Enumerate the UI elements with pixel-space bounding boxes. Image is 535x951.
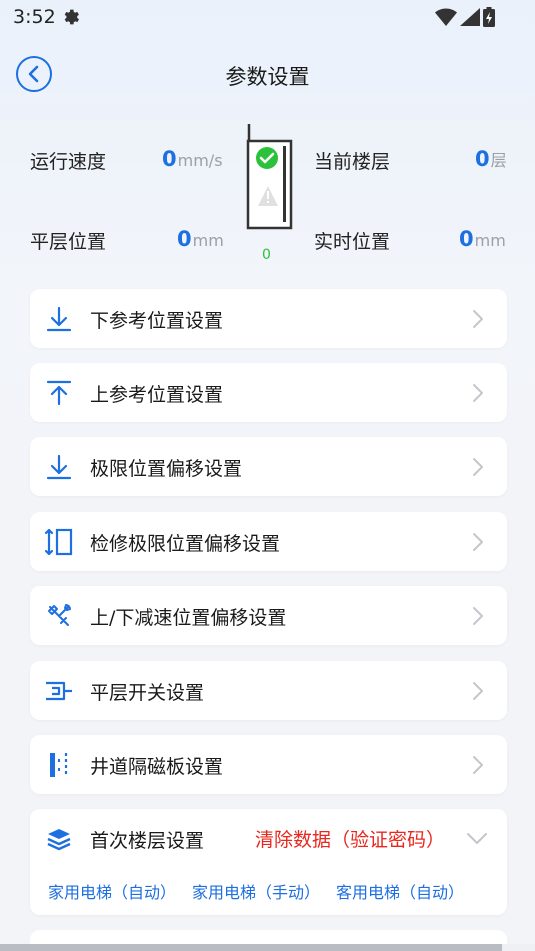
menu-item-label: 上参考位置设置 xyxy=(90,384,224,406)
battery-charging-icon xyxy=(483,7,495,27)
speed-value-group: 0 mm/s xyxy=(162,147,223,171)
realtime-label: 实时位置 xyxy=(314,231,391,253)
option-passenger-auto[interactable]: 客用电梯（自动） xyxy=(336,879,464,903)
level-label: 平层位置 xyxy=(30,231,107,253)
chevron-right-icon xyxy=(473,384,483,402)
status-icons xyxy=(435,7,495,27)
realtime-unit: mm xyxy=(474,231,506,250)
status-bar: 3:52 xyxy=(0,0,535,36)
menu-item-label: 平层开关设置 xyxy=(90,682,205,704)
floor-unit: 层 xyxy=(490,151,507,170)
menu-item-upper-reference[interactable]: 上参考位置设置 xyxy=(30,363,507,422)
chevron-right-icon xyxy=(473,310,483,328)
arrow-down-to-line-icon xyxy=(44,452,74,482)
shaft-plate-icon xyxy=(44,750,74,780)
menu-item-lower-reference[interactable]: 下参考位置设置 xyxy=(30,289,507,348)
speed-label: 运行速度 xyxy=(30,151,107,173)
chevron-right-icon xyxy=(473,607,483,625)
chevron-right-icon xyxy=(473,533,483,551)
level-unit: mm xyxy=(192,231,224,250)
arrow-down-to-line-icon xyxy=(44,304,74,334)
level-value: 0 xyxy=(177,227,192,251)
cellular-signal-icon xyxy=(460,8,480,26)
layers-icon xyxy=(44,824,74,854)
menu-item-label: 井道隔磁板设置 xyxy=(90,756,224,778)
elevator-number: 0 xyxy=(262,247,271,263)
elevator-type-options: 家用电梯（自动） 家用电梯（手动） 客用电梯（自动） xyxy=(48,879,464,903)
option-home-auto[interactable]: 家用电梯（自动） xyxy=(48,879,176,903)
leveling-switch-icon xyxy=(44,676,74,706)
menu-item-shaft-plate[interactable]: 井道隔磁板设置 xyxy=(30,735,507,794)
speed-unit: mm/s xyxy=(177,151,223,170)
menu-item-label: 下参考位置设置 xyxy=(90,310,224,332)
realtime-value: 0 xyxy=(459,227,474,251)
status-time: 3:52 xyxy=(13,6,56,28)
scrollbar[interactable] xyxy=(0,944,535,951)
tools-icon xyxy=(44,601,74,631)
level-value-group: 0 mm xyxy=(177,227,224,251)
wifi-icon xyxy=(435,8,457,26)
floor-label: 当前楼层 xyxy=(314,151,391,173)
speed-value: 0 xyxy=(162,147,177,171)
floor-value: 0 xyxy=(475,147,490,171)
menu-item-label: 检修极限位置偏移设置 xyxy=(90,533,281,555)
menu-item-limit-offset[interactable]: 极限位置偏移设置 xyxy=(30,437,507,496)
settings-gear-icon xyxy=(64,9,79,25)
scrollbar-track-end xyxy=(502,944,535,951)
menu-item-label: 极限位置偏移设置 xyxy=(90,458,243,480)
chevron-right-icon xyxy=(473,458,483,476)
chevron-right-icon xyxy=(473,682,483,700)
realtime-value-group: 0 mm xyxy=(459,227,506,251)
menu-item-inspection-limit-offset[interactable]: 检修极限位置偏移设置 xyxy=(30,512,507,571)
menu-item-label: 上/下减速位置偏移设置 xyxy=(90,607,287,629)
header: 参数设置 xyxy=(0,50,535,100)
first-floor-label: 首次楼层设置 xyxy=(90,830,205,852)
chevron-right-icon xyxy=(473,756,483,774)
elevator-car-icon xyxy=(246,124,293,230)
first-floor-settings-card: 首次楼层设置 清除数据（验证密码） 家用电梯（自动） 家用电梯（手动） 客用电梯… xyxy=(30,809,507,915)
menu-item-leveling-switch[interactable]: 平层开关设置 xyxy=(30,661,507,720)
option-home-manual[interactable]: 家用电梯（手动） xyxy=(192,879,320,903)
clear-data-link[interactable]: 清除数据（验证密码） xyxy=(255,825,445,852)
menu-item-deceleration-offset[interactable]: 上/下减速位置偏移设置 xyxy=(30,586,507,645)
chevron-down-icon[interactable] xyxy=(465,829,489,847)
arrow-up-to-line-icon xyxy=(44,378,74,408)
page-title: 参数设置 xyxy=(225,65,310,89)
vertical-range-icon xyxy=(44,527,74,557)
floor-value-group: 0层 xyxy=(475,147,507,171)
